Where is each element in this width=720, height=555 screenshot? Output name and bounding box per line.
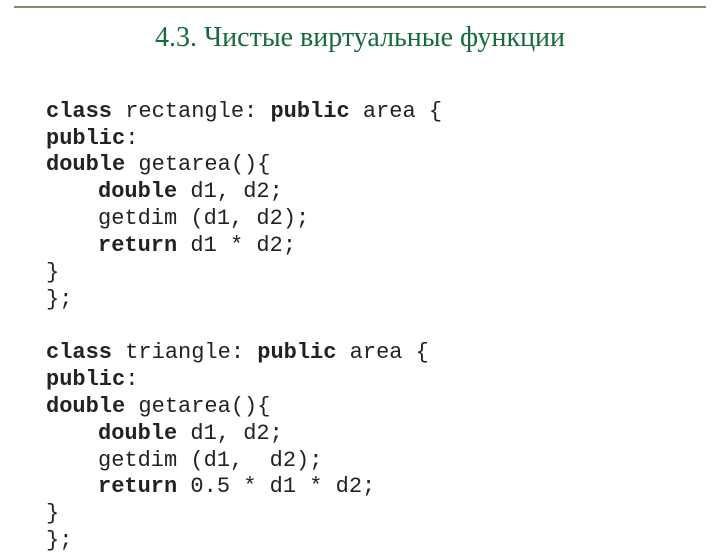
text: d1, d2; [177, 421, 283, 446]
line: public: [46, 367, 138, 392]
keyword-double: double [98, 179, 177, 204]
keyword-public: public [46, 126, 125, 151]
text: } [46, 501, 59, 526]
keyword-double: double [46, 152, 125, 177]
keyword-double: double [98, 421, 177, 446]
keyword-double: double [46, 394, 125, 419]
section-title: 4.3. Чистые виртуальные функции [0, 22, 720, 54]
line: return 0.5 * d1 * d2; [46, 474, 375, 499]
line: getdim (d1, d2); [46, 448, 322, 473]
text: }; [46, 287, 72, 312]
line: class rectangle: public area { [46, 99, 442, 124]
code-block: class rectangle: public area { public: d… [46, 72, 720, 555]
text: getdim (d1, d2); [98, 206, 309, 231]
text: } [46, 260, 59, 285]
line: double getarea(){ [46, 394, 270, 419]
text: d1, d2; [177, 179, 283, 204]
text: area { [350, 99, 442, 124]
text: rectangle: [112, 99, 270, 124]
keyword-return: return [98, 233, 177, 258]
text: : [125, 126, 138, 151]
keyword-public: public [270, 99, 349, 124]
line: } [46, 501, 59, 526]
line: }; [46, 287, 72, 312]
top-rule [14, 6, 706, 8]
keyword-public: public [257, 340, 336, 365]
text: getarea(){ [125, 152, 270, 177]
keyword-class: class [46, 340, 112, 365]
text: area { [336, 340, 428, 365]
line: public: [46, 126, 138, 151]
line: class triangle: public area { [46, 340, 429, 365]
text: 0.5 * d1 * d2; [177, 474, 375, 499]
text: }; [46, 528, 72, 553]
line: double getarea(){ [46, 152, 270, 177]
text: d1 * d2; [177, 233, 296, 258]
blank-line [46, 313, 59, 338]
line: }; [46, 528, 72, 553]
line: getdim (d1, d2); [46, 206, 309, 231]
keyword-return: return [98, 474, 177, 499]
text: triangle: [112, 340, 257, 365]
keyword-class: class [46, 99, 112, 124]
line: return d1 * d2; [46, 233, 296, 258]
keyword-public: public [46, 367, 125, 392]
line: double d1, d2; [46, 179, 283, 204]
text: getarea(){ [125, 394, 270, 419]
line: double d1, d2; [46, 421, 283, 446]
text: getdim (d1, d2); [98, 448, 322, 473]
text: : [125, 367, 138, 392]
line: } [46, 260, 59, 285]
